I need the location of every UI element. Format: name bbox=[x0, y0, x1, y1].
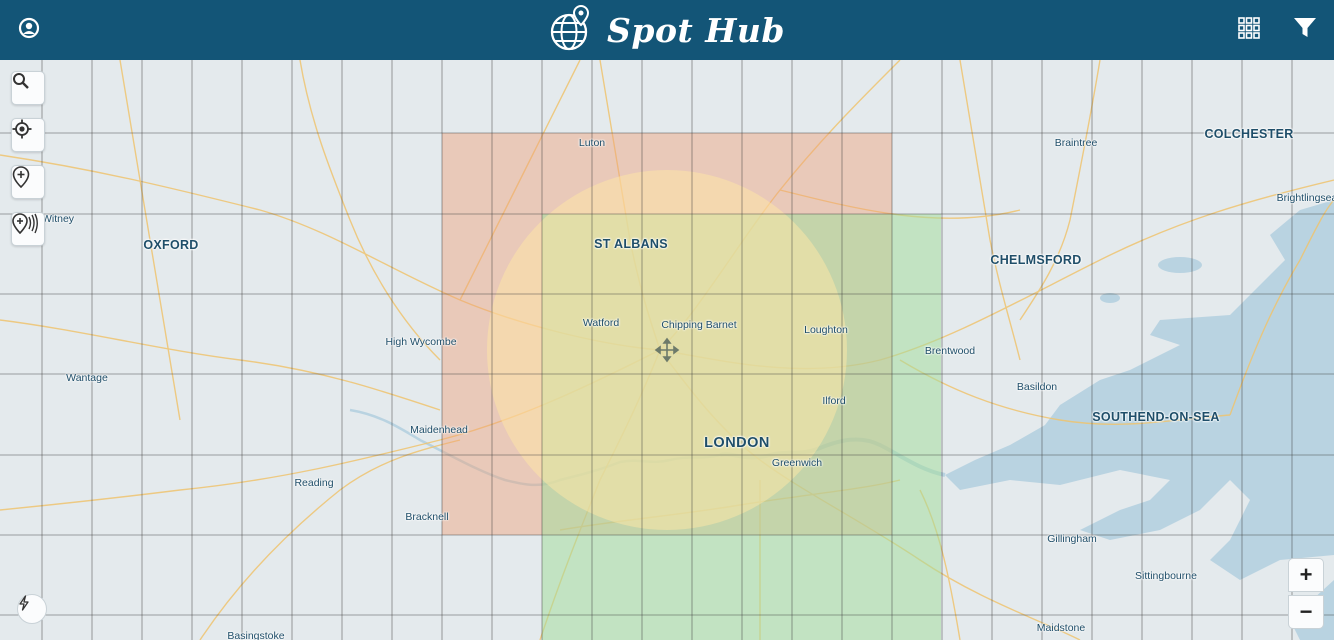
quick-action-button[interactable] bbox=[17, 594, 47, 624]
search-button[interactable] bbox=[11, 71, 45, 105]
add-signal-pin-button[interactable] bbox=[11, 212, 45, 246]
coverage-overlays bbox=[442, 133, 941, 640]
globe-pin-icon bbox=[549, 4, 593, 57]
apps-menu-button[interactable] bbox=[1230, 0, 1268, 60]
brand: Spot Hub bbox=[549, 4, 785, 57]
map-view[interactable]: Luton Braintree COLCHESTER Brightlingsea… bbox=[0, 60, 1334, 640]
user-circle-icon bbox=[18, 17, 40, 44]
filter-icon bbox=[1293, 17, 1317, 44]
filter-button[interactable] bbox=[1286, 0, 1324, 60]
grid-menu-icon bbox=[1238, 16, 1260, 44]
zoom-out-button[interactable]: − bbox=[1288, 595, 1324, 629]
add-pin-button[interactable] bbox=[11, 165, 45, 199]
map-canvas[interactable] bbox=[0, 60, 1334, 640]
top-bar: Spot Hub bbox=[0, 0, 1334, 60]
profile-button[interactable] bbox=[10, 0, 48, 60]
app-name: Spot Hub bbox=[607, 10, 785, 50]
locate-button[interactable] bbox=[11, 118, 45, 152]
zoom-in-button[interactable]: + bbox=[1288, 558, 1324, 592]
